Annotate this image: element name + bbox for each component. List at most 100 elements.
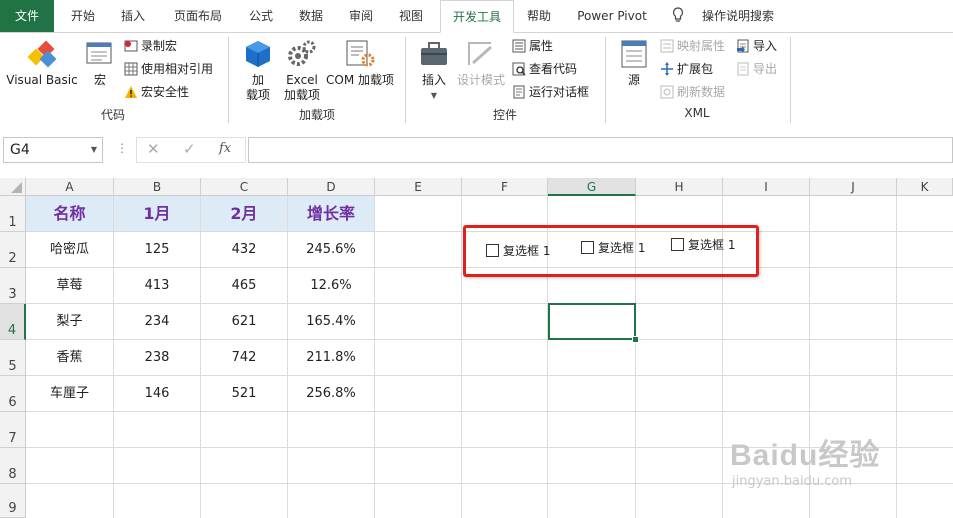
table-cell[interactable]: 125 xyxy=(114,232,200,267)
row-header-3[interactable]: 3 xyxy=(0,268,26,304)
select-all-corner[interactable] xyxy=(0,178,26,196)
column-header-j[interactable]: J xyxy=(810,178,897,196)
table-cell[interactable]: 465 xyxy=(201,268,287,303)
record-macro-button[interactable]: 录制宏 xyxy=(124,37,177,55)
table-cell[interactable]: 413 xyxy=(114,268,200,303)
tab-insert[interactable]: 插入 xyxy=(110,0,156,32)
table-cell[interactable]: 521 xyxy=(201,376,287,411)
tab-home[interactable]: 开始 xyxy=(58,0,108,32)
column-header-f[interactable]: F xyxy=(462,178,548,196)
column-header-g[interactable]: G xyxy=(548,178,636,196)
view-code-button[interactable]: 查看代码 xyxy=(512,60,577,78)
properties-button[interactable]: 属性 xyxy=(512,37,553,55)
column-header-e[interactable]: E xyxy=(375,178,462,196)
table-cell[interactable]: 香蕉 xyxy=(26,340,113,375)
map-properties-button[interactable]: 映射属性 xyxy=(660,37,725,55)
table-cell[interactable]: 草莓 xyxy=(26,268,113,303)
row-header-6[interactable]: 6 xyxy=(0,376,26,412)
checkbox-1[interactable]: 复选框 1 xyxy=(486,242,550,259)
tab-page-layout[interactable]: 页面布局 xyxy=(160,0,236,32)
row-header-7[interactable]: 7 xyxy=(0,412,26,448)
checkbox-square[interactable] xyxy=(581,241,594,254)
tab-data[interactable]: 数据 xyxy=(288,0,334,32)
tab-review[interactable]: 审阅 xyxy=(338,0,384,32)
table-cell[interactable]: 245.6% xyxy=(288,232,374,267)
table-cell[interactable]: 234 xyxy=(114,304,200,339)
macros-button[interactable]: 宏 xyxy=(80,39,120,88)
xml-source-button[interactable]: 源 xyxy=(614,39,654,88)
design-mode-icon xyxy=(465,39,497,69)
cancel-icon[interactable]: ✕ xyxy=(147,140,160,158)
fill-handle[interactable] xyxy=(632,336,639,343)
row-header-5[interactable]: 5 xyxy=(0,340,26,376)
macro-security-button[interactable]: 宏安全性 xyxy=(124,83,189,101)
formula-input[interactable] xyxy=(248,137,953,163)
table-cell[interactable]: 256.8% xyxy=(288,376,374,411)
import-button[interactable]: 导入 xyxy=(736,37,777,55)
column-header-a[interactable]: A xyxy=(26,178,114,196)
tab-formulas[interactable]: 公式 xyxy=(238,0,284,32)
table-header-cell[interactable]: 名称 xyxy=(26,196,113,231)
table-cell[interactable]: 哈密瓜 xyxy=(26,232,113,267)
checkbox-label: 复选框 1 xyxy=(503,244,551,258)
refresh-data-button[interactable]: 刷新数据 xyxy=(660,83,725,101)
row-header-9[interactable]: 9 xyxy=(0,484,26,518)
column-header-i[interactable]: I xyxy=(723,178,810,196)
table-cell[interactable]: 12.6% xyxy=(288,268,374,303)
checkbox-3[interactable]: 复选框 1 xyxy=(671,236,735,253)
column-header-c[interactable]: C xyxy=(201,178,288,196)
table-cell[interactable]: 211.8% xyxy=(288,340,374,375)
table-cell[interactable]: 742 xyxy=(201,340,287,375)
tab-developer[interactable]: 开发工具 xyxy=(440,0,514,33)
addins-button[interactable]: 加 载项 xyxy=(240,39,276,103)
design-mode-button[interactable]: 设计模式 xyxy=(456,39,506,88)
run-dialog-button[interactable]: 运行对话框 xyxy=(512,83,589,101)
checkbox-square[interactable] xyxy=(671,238,684,251)
table-header-cell[interactable]: 1月 xyxy=(114,196,200,231)
column-header-b[interactable]: B xyxy=(114,178,201,196)
column-header-d[interactable]: D xyxy=(288,178,375,196)
table-header-cell[interactable]: 增长率 xyxy=(288,196,374,231)
excel-addins-button[interactable]: Excel 加载项 xyxy=(280,39,324,103)
name-box[interactable]: G4 ▼ xyxy=(3,137,103,163)
table-header-cell[interactable]: 2月 xyxy=(201,196,287,231)
insert-control-label: 插入 xyxy=(421,73,446,87)
group-separator xyxy=(790,37,791,123)
chevron-down-icon[interactable]: ▼ xyxy=(91,138,97,162)
tab-power-pivot[interactable]: Power Pivot xyxy=(570,0,654,32)
column-header-h[interactable]: H xyxy=(636,178,723,196)
insert-control-button[interactable]: 插入 ▼ xyxy=(412,39,456,103)
visual-basic-icon xyxy=(26,39,58,69)
row-header-1[interactable]: 1 xyxy=(0,196,26,232)
column-header-k[interactable]: K xyxy=(897,178,953,196)
tab-help[interactable]: 帮助 xyxy=(516,0,562,32)
row-header-4[interactable]: 4 xyxy=(0,304,26,340)
table-cell[interactable]: 238 xyxy=(114,340,200,375)
insert-function-icon[interactable]: fx xyxy=(219,141,231,156)
row-header-2[interactable]: 2 xyxy=(0,232,26,268)
row-header-8[interactable]: 8 xyxy=(0,448,26,484)
tell-me-search[interactable]: 操作说明搜索 xyxy=(698,0,778,32)
table-cell[interactable]: 梨子 xyxy=(26,304,113,339)
checkbox-2[interactable]: 复选框 1 xyxy=(581,239,645,256)
com-addins-button[interactable]: COM 加载项 xyxy=(324,39,396,88)
table-cell[interactable]: 车厘子 xyxy=(26,376,113,411)
formula-controls: ✕ ✓ fx xyxy=(136,137,246,163)
expansion-pack-icon xyxy=(660,62,674,76)
table-cell[interactable]: 165.4% xyxy=(288,304,374,339)
expansion-packs-button[interactable]: 扩展包 xyxy=(660,60,713,78)
tab-view[interactable]: 视图 xyxy=(388,0,434,32)
table-cell[interactable]: 621 xyxy=(201,304,287,339)
table-cell[interactable]: 432 xyxy=(201,232,287,267)
tab-file[interactable]: 文件 xyxy=(0,0,54,32)
enter-check-icon[interactable]: ✓ xyxy=(183,140,196,158)
watermark-text: Baidu经验 xyxy=(730,439,881,472)
design-mode-label: 设计模式 xyxy=(456,73,505,87)
selected-cell-g4[interactable] xyxy=(548,303,636,340)
properties-icon xyxy=(512,39,526,53)
checkbox-square[interactable] xyxy=(486,244,499,257)
visual-basic-button[interactable]: Visual Basic xyxy=(6,39,78,88)
table-cell[interactable]: 146 xyxy=(114,376,200,411)
export-button[interactable]: 导出 xyxy=(736,60,777,78)
relative-reference-button[interactable]: 使用相对引用 xyxy=(124,60,213,78)
